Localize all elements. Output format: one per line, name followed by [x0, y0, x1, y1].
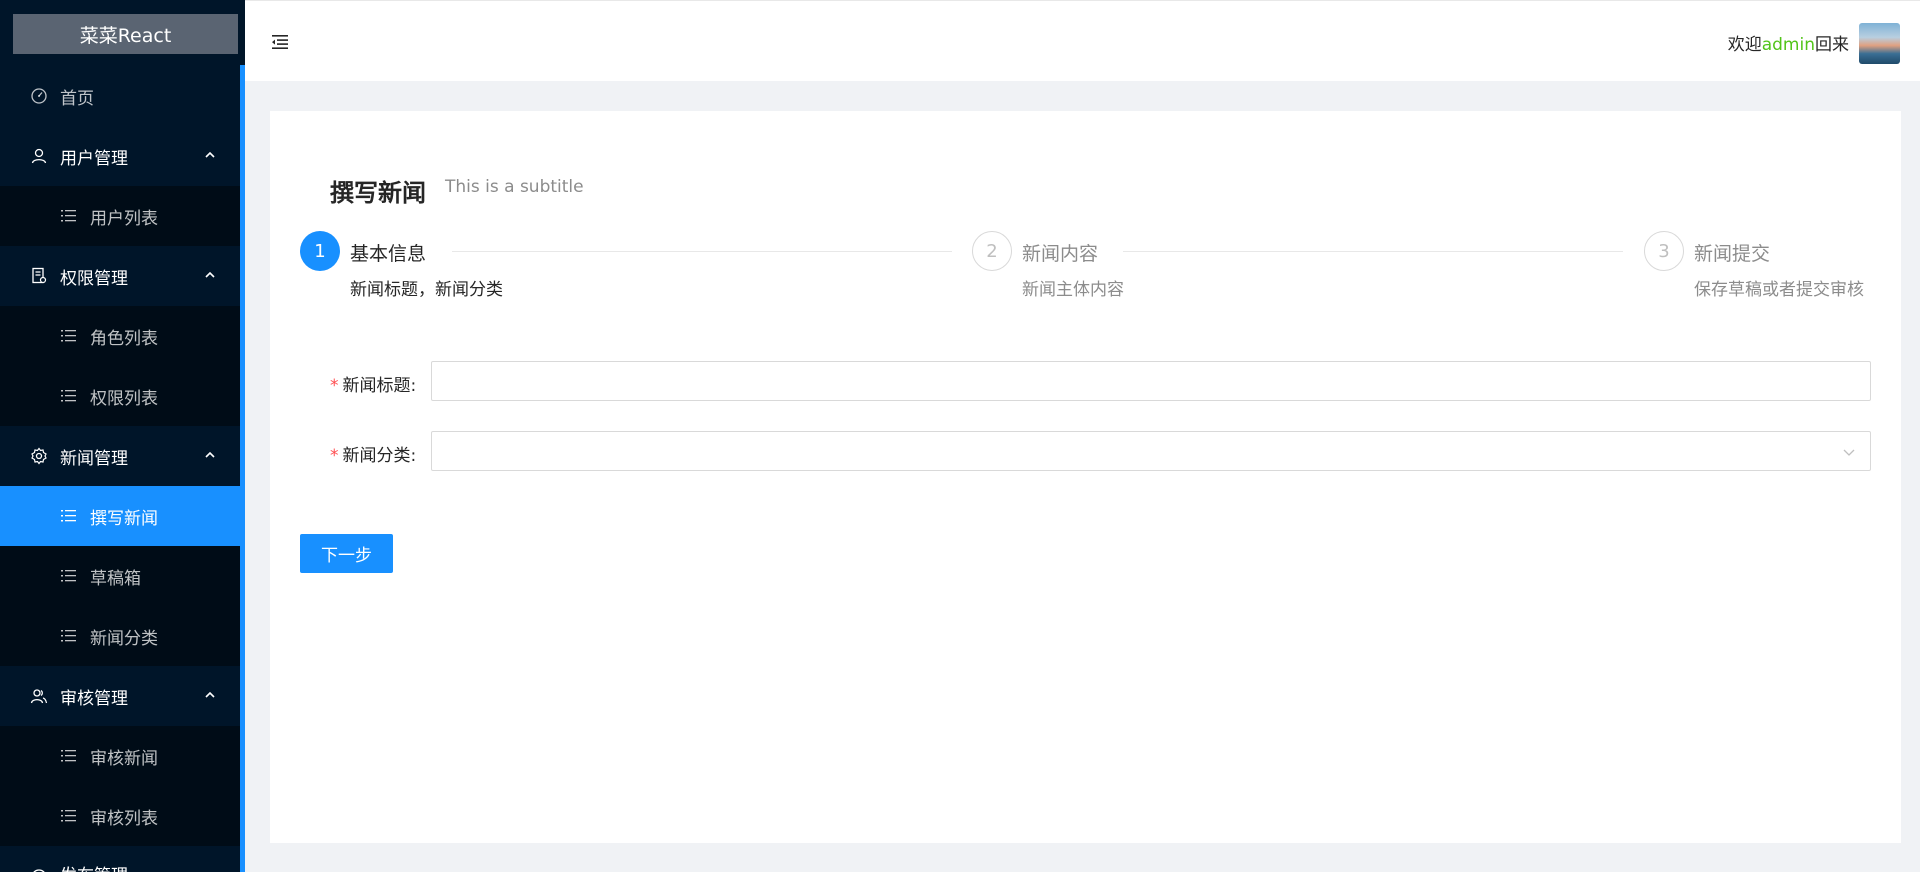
step-2-title: 新闻内容 [1022, 243, 1099, 265]
sidebar-item-label: 发布管理 [60, 861, 128, 872]
welcome-text: 欢迎admin回来 [1728, 30, 1849, 55]
sidebar-item-label: 审核管理 [60, 688, 128, 709]
sidebar-item-permission-management[interactable]: 权限管理 [0, 246, 245, 306]
chevron-up-icon [205, 271, 215, 278]
step-3-icon: 3 [1644, 231, 1684, 271]
sidebar-item-publish-management[interactable]: 发布管理 [0, 846, 245, 872]
step-2-connector [1123, 251, 1623, 252]
label-text: 新闻分类: [342, 446, 417, 466]
page-subtitle: This is a subtitle [445, 177, 584, 197]
list-icon [60, 387, 78, 405]
sidebar-item-label: 审核新闻 [90, 748, 158, 769]
publish-icon [30, 868, 48, 872]
sidebar: 菜菜React 首页 用户管理 用户列表 权限管理 角色列表 权限列表 新闻管理… [0, 0, 245, 872]
sidebar-item-label: 权限管理 [60, 268, 128, 289]
sidebar-item-permission-list[interactable]: 权限列表 [0, 366, 245, 426]
sidebar-item-home[interactable]: 首页 [0, 66, 245, 126]
top-header: 欢迎admin回来 [245, 0, 1920, 81]
sidebar-item-drafts[interactable]: 草稿箱 [0, 546, 245, 606]
news-title-label: * 新闻标题: [330, 371, 416, 396]
welcome-suffix: 回来 [1815, 35, 1849, 55]
list-icon [60, 747, 78, 765]
step-3-title: 新闻提交 [1694, 243, 1771, 265]
sidebar-item-label: 新闻管理 [60, 448, 128, 469]
step-3-description: 保存草稿或者提交审核 [1694, 280, 1864, 300]
sidebar-scrollbar[interactable] [240, 65, 245, 872]
chevron-up-icon [205, 451, 215, 458]
user-icon [30, 147, 48, 165]
step-1-icon: 1 [300, 231, 340, 271]
sidebar-item-role-list[interactable]: 角色列表 [0, 306, 245, 366]
chevron-up-icon [205, 151, 215, 158]
next-step-button[interactable]: 下一步 [300, 534, 393, 573]
dashboard-icon [30, 87, 48, 105]
sidebar-item-label: 审核列表 [90, 808, 158, 829]
sidebar-item-user-management[interactable]: 用户管理 [0, 126, 245, 186]
sidebar-menu: 首页 用户管理 用户列表 权限管理 角色列表 权限列表 新闻管理 撰写新闻 草稿… [0, 66, 245, 872]
sidebar-item-audit-news[interactable]: 审核新闻 [0, 726, 245, 786]
sidebar-item-user-list[interactable]: 用户列表 [0, 186, 245, 246]
required-mark: * [330, 376, 339, 396]
welcome-prefix: 欢迎 [1727, 35, 1762, 55]
team-icon [30, 687, 48, 705]
avatar[interactable] [1859, 23, 1900, 64]
list-icon [60, 567, 78, 585]
step-1-connector [452, 251, 952, 252]
list-icon [60, 627, 78, 645]
sidebar-item-label: 权限列表 [90, 388, 158, 409]
list-icon [60, 807, 78, 825]
list-icon [60, 507, 78, 525]
sidebar-item-label: 撰写新闻 [90, 508, 158, 529]
sidebar-item-label: 新闻分类 [90, 628, 158, 649]
audit-icon [30, 267, 48, 285]
required-mark: * [330, 446, 339, 466]
setting-icon [30, 447, 48, 465]
list-icon [60, 207, 78, 225]
step-2-icon: 2 [972, 231, 1012, 271]
sidebar-item-write-news[interactable]: 撰写新闻 [0, 486, 245, 546]
list-icon [60, 327, 78, 345]
sidebar-item-news-management[interactable]: 新闻管理 [0, 426, 245, 486]
app-logo: 菜菜React [13, 14, 238, 54]
sidebar-item-label: 角色列表 [90, 328, 158, 349]
sidebar-item-audit-list[interactable]: 审核列表 [0, 786, 245, 846]
news-category-label: * 新闻分类: [330, 441, 416, 466]
step-1-description: 新闻标题，新闻分类 [350, 280, 503, 300]
step-2-description: 新闻主体内容 [1022, 280, 1124, 300]
chevron-down-icon [1843, 449, 1855, 456]
sidebar-item-audit-management[interactable]: 审核管理 [0, 666, 245, 726]
label-text: 新闻标题: [342, 376, 417, 396]
page-title: 撰写新闻 [330, 179, 426, 207]
news-category-select[interactable] [431, 431, 1871, 471]
sidebar-item-label: 用户列表 [90, 208, 158, 229]
username: admin [1761, 35, 1815, 55]
news-title-input[interactable] [431, 361, 1871, 401]
sidebar-item-label: 草稿箱 [90, 568, 141, 589]
main-content: 撰写新闻 This is a subtitle 1 基本信息 新闻标题，新闻分类… [270, 111, 1901, 843]
sidebar-item-label: 用户管理 [60, 148, 128, 169]
sidebar-item-label: 首页 [60, 88, 94, 109]
menu-fold-icon[interactable] [270, 33, 290, 51]
step-1-title: 基本信息 [350, 243, 427, 265]
sidebar-item-news-category[interactable]: 新闻分类 [0, 606, 245, 666]
chevron-up-icon [205, 691, 215, 698]
